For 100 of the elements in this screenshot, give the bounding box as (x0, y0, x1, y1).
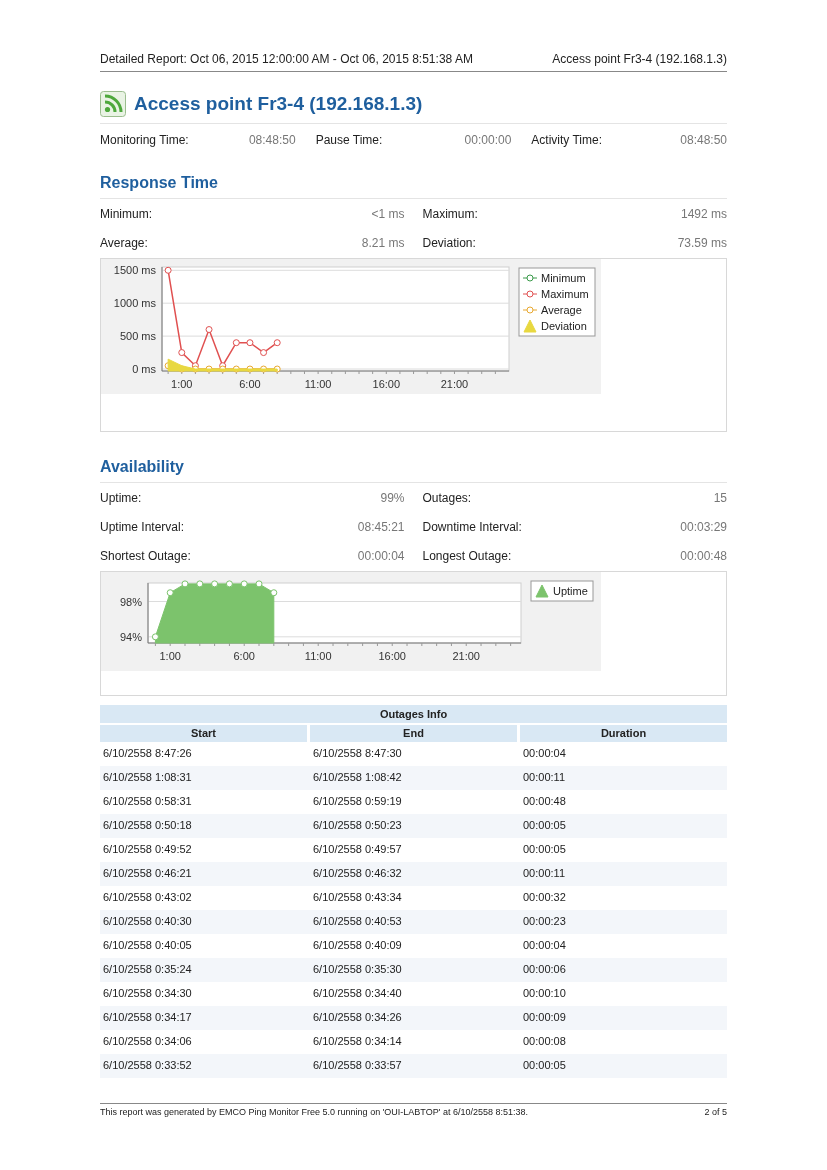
stat-value: 8.21 ms (361, 234, 405, 252)
table-cell-text: 6/10/2558 0:49:52 (102, 842, 193, 858)
table-cell-text: 6/10/2558 8:47:26 (102, 746, 193, 762)
table-cell-text: 6/10/2558 0:59:19 (312, 794, 403, 810)
stat-value: 08:45:21 (357, 518, 405, 536)
column-header: End (310, 724, 517, 742)
metric-value: 00:00:00 (464, 131, 512, 149)
stat-label: Deviation: (422, 234, 476, 252)
axis-label: 21:00 (452, 649, 480, 662)
table-cell-text: 00:00:32 (522, 890, 567, 906)
axis-label: 11:00 (304, 649, 332, 662)
table-cell-text: 6/10/2558 8:47:30 (312, 746, 403, 762)
table-cell-text: 00:00:08 (522, 1034, 567, 1050)
table-cell-text: 6/10/2558 0:43:02 (102, 890, 193, 906)
table-cell-text: 00:00:09 (522, 1010, 567, 1026)
axis-label: 500 ms (119, 329, 156, 342)
stat-label: Maximum: (422, 205, 478, 223)
table-title: Outages Info (100, 704, 727, 723)
legend-label: Maximum (541, 287, 589, 300)
stat-value: 00:00:48 (680, 547, 727, 565)
stat-label: Longest Outage: (422, 547, 512, 565)
axis-label: 94% (119, 630, 142, 643)
stat-label: Minimum: (100, 205, 152, 223)
stat-value: 99% (380, 489, 405, 507)
table-cell-text: 6/10/2558 0:34:17 (102, 1010, 193, 1026)
stat-label: Average: (100, 234, 148, 252)
metric-label: Pause Time: (315, 131, 383, 149)
stat-value: 15 (713, 489, 727, 507)
stat-value: 00:00:04 (357, 547, 405, 565)
stat-value: 1492 ms (680, 205, 727, 223)
table-cell-text: 00:00:04 (522, 746, 567, 762)
metric-value: 08:48:50 (680, 131, 727, 149)
table-cell-text: 00:00:11 (522, 770, 566, 786)
axis-label: 0 ms (132, 362, 156, 375)
stat-label: Outages: (422, 489, 472, 507)
axis-label: 1500 ms (113, 263, 156, 276)
table-cell-text: 6/10/2558 0:50:23 (312, 818, 403, 834)
section-heading: Response Time (100, 170, 727, 199)
table-cell-text: 6/10/2558 0:40:09 (312, 938, 403, 954)
column-header: Duration (520, 724, 727, 742)
table-cell-text: 6/10/2558 0:46:32 (312, 866, 403, 882)
table-cell-text: 00:00:05 (522, 1058, 567, 1074)
table-cell-text: 6/10/2558 0:34:14 (312, 1034, 403, 1050)
table-cell-text: 6/10/2558 0:34:26 (312, 1010, 403, 1026)
page-number: 2 of 5 (704, 1106, 727, 1119)
stat-label: Shortest Outage: (100, 547, 191, 565)
axis-label: 16:00 (378, 649, 406, 662)
footer-note: This report was generated by EMCO Ping Monitor Free 5.0 running on 'OUI-LABTOP' at 6/10/2558 8:51:38. (100, 1106, 528, 1119)
stat-label: Uptime: (100, 489, 142, 507)
table-cell-text: 00:00:05 (522, 818, 567, 834)
metric-label: Monitoring Time: (100, 131, 189, 149)
axis-label: 1:00 (171, 377, 193, 390)
axis-label: 11:00 (304, 377, 332, 390)
table-cell-text: 6/10/2558 0:40:53 (312, 914, 403, 930)
table-cell-text: 00:00:06 (522, 962, 567, 978)
legend-label: Average (541, 303, 582, 316)
table-cell-text: 00:00:48 (522, 794, 567, 810)
column-header: Start (100, 724, 307, 742)
axis-label: 6:00 (233, 649, 255, 662)
axis-label: 1000 ms (113, 296, 156, 309)
table-cell-text: 00:00:10 (522, 986, 567, 1002)
table-cell-text: 00:00:23 (522, 914, 567, 930)
axis-label: 98% (119, 595, 142, 608)
table-cell-text: 6/10/2558 0:33:57 (312, 1058, 403, 1074)
legend-label: Uptime (553, 584, 588, 597)
stat-label: Uptime Interval: (100, 518, 185, 536)
stat-value: 73.59 ms (677, 234, 727, 252)
table-cell-text: 6/10/2558 1:08:42 (312, 770, 403, 786)
table-cell-text: 6/10/2558 1:08:31 (102, 770, 193, 786)
table-cell-text: 6/10/2558 0:34:30 (102, 986, 193, 1002)
table-cell-text: 6/10/2558 0:34:06 (102, 1034, 193, 1050)
table-cell-text: 00:00:04 (522, 938, 567, 954)
table-cell-text: 6/10/2558 0:50:18 (102, 818, 193, 834)
metric-value: 08:48:50 (248, 131, 296, 149)
device-name: Access point Fr3-4 (192.168.1.3) (552, 51, 727, 68)
table-cell-text: 6/10/2558 0:43:34 (312, 890, 403, 906)
axis-label: 1:00 (159, 649, 181, 662)
table-cell-text: 6/10/2558 0:34:40 (312, 986, 403, 1002)
metric-label: Activity Time: (531, 131, 602, 149)
section-heading: Availability (100, 454, 727, 483)
legend-label: Minimum (541, 271, 586, 284)
stat-value: <1 ms (371, 205, 405, 223)
page-title: Access point Fr3-4 (192.168.1.3) (134, 92, 423, 116)
report-period: Detailed Report: Oct 06, 2015 12:00:00 AM - Oct 06, 2015 8:51:38 AM (100, 51, 473, 68)
table-cell-text: 6/10/2558 0:33:52 (102, 1058, 193, 1074)
table-cell-text: 00:00:11 (522, 866, 566, 882)
table-cell-text: 6/10/2558 0:46:21 (102, 866, 193, 882)
axis-label: 21:00 (440, 377, 469, 390)
legend-label: Deviation (541, 319, 587, 332)
table-cell-text: 6/10/2558 0:40:30 (102, 914, 193, 930)
table-cell-text: 6/10/2558 0:35:30 (312, 962, 403, 978)
stat-value: 00:03:29 (680, 518, 727, 536)
table-cell-text: 6/10/2558 0:40:05 (102, 938, 193, 954)
table-cell-text: 00:00:05 (522, 842, 567, 858)
table-cell-text: 6/10/2558 0:35:24 (102, 962, 193, 978)
table-cell-text: 6/10/2558 0:58:31 (102, 794, 193, 810)
table-cell-text: 6/10/2558 0:49:57 (312, 842, 403, 858)
stat-label: Downtime Interval: (422, 518, 522, 536)
axis-label: 16:00 (372, 377, 401, 390)
axis-label: 6:00 (239, 377, 261, 390)
